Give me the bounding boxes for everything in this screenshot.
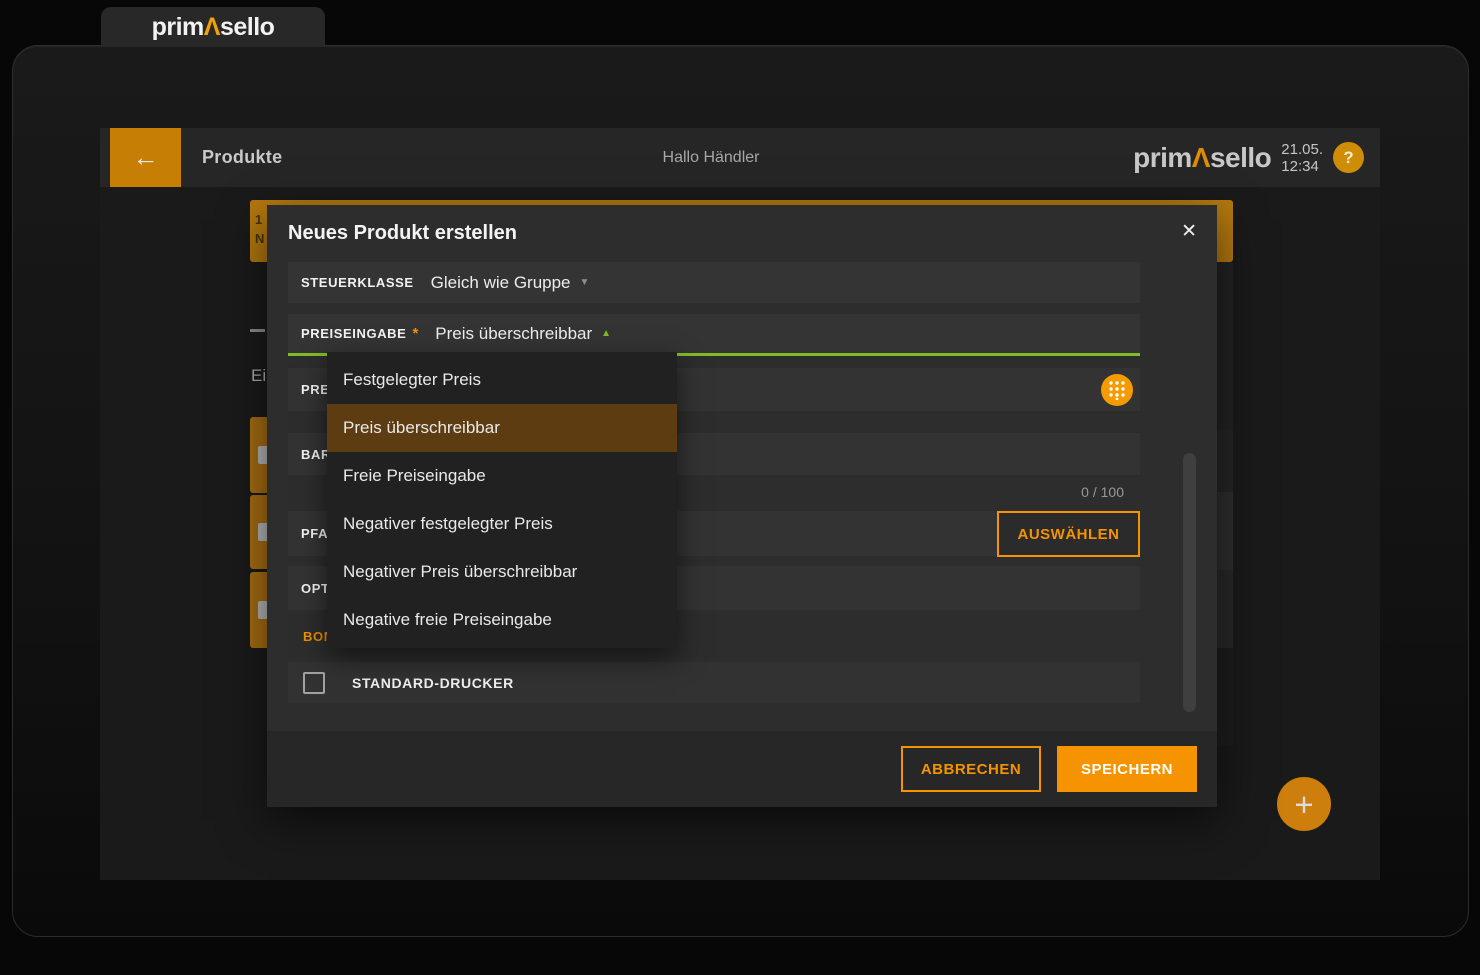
primasello-logo: primΛsello <box>152 13 275 42</box>
logo-accent-icon: Λ <box>1192 142 1210 173</box>
add-product-fab[interactable]: + <box>1277 777 1331 831</box>
close-icon: ✕ <box>1181 221 1197 242</box>
dropdown-item-1[interactable]: Preis überschreibbar <box>327 404 677 452</box>
background-block <box>1217 262 1233 430</box>
background-text-fragment: Ei <box>251 366 266 386</box>
dropdown-item-3[interactable]: Negativer festgelegter Preis <box>327 500 677 548</box>
modal-title: Neues Produkt erstellen <box>288 222 517 245</box>
dropdown-item-5[interactable]: Negative freie Preiseingabe <box>327 596 677 644</box>
datetime: 21.05.12:34 <box>1281 141 1323 175</box>
screen: primΛsello 1N Ei ← Produkte Hallo Händle… <box>0 0 1480 975</box>
modal-footer: ABBRECHEN SPEICHERN <box>267 731 1217 807</box>
chevron-up-icon: ▲ <box>601 328 611 339</box>
chevron-down-icon: ▼ <box>580 277 590 288</box>
close-button[interactable]: ✕ <box>1181 220 1197 243</box>
dropdown-item-4[interactable]: Negativer Preis überschreibbar <box>327 548 677 596</box>
time-text: 12:34 <box>1281 158 1323 175</box>
browser-tab[interactable]: primΛsello <box>101 7 325 47</box>
standard-drucker-row[interactable]: STANDARD-DRUCKER <box>288 662 1140 703</box>
banner-text-fragment: 1N <box>255 210 264 248</box>
preiseingabe-select[interactable]: PREISEINGABE * Preis überschreibbar ▲ <box>288 314 1140 356</box>
standard-drucker-label: STANDARD-DRUCKER <box>352 675 514 691</box>
background-block <box>1217 492 1233 570</box>
dropdown-item-0[interactable]: Festgelegter Preis <box>327 356 677 404</box>
steuerklasse-label: STEUERKLASSE <box>301 275 414 290</box>
auswaehlen-button[interactable]: AUSWÄHLEN <box>997 511 1140 557</box>
product-tile-fragment <box>250 495 268 569</box>
header-right: primΛsello 21.05.12:34 ? <box>1133 128 1364 187</box>
app-window: 1N Ei ← Produkte Hallo Händler primΛsell… <box>100 128 1380 880</box>
background-dash <box>250 329 265 332</box>
speichern-button[interactable]: SPEICHERN <box>1057 746 1197 792</box>
abbrechen-button[interactable]: ABBRECHEN <box>901 746 1041 792</box>
dropdown-item-2[interactable]: Freie Preiseingabe <box>327 452 677 500</box>
background-block <box>1217 570 1233 648</box>
preiseingabe-dropdown: Festgelegter PreisPreis überschreibbarFr… <box>327 352 677 648</box>
help-button[interactable]: ? <box>1333 142 1364 173</box>
preiseingabe-label: PREISEINGABE <box>301 326 406 341</box>
question-mark-icon: ? <box>1343 148 1353 168</box>
preiseingabe-value: Preis überschreibbar <box>435 324 592 344</box>
background-block <box>1217 430 1233 492</box>
product-tile-fragment <box>250 572 268 648</box>
date-text: 21.05. <box>1281 141 1323 158</box>
plus-icon: + <box>1294 788 1313 821</box>
dialpad-icon <box>1108 380 1126 400</box>
primasello-logo: primΛsello <box>1133 142 1271 174</box>
standard-drucker-checkbox[interactable] <box>303 672 325 694</box>
steuerklasse-select[interactable]: STEUERKLASSE Gleich wie Gruppe ▼ <box>288 262 1140 303</box>
background-block <box>1217 648 1233 746</box>
keypad-button[interactable] <box>1101 374 1133 406</box>
logo-accent-icon: Λ <box>204 13 220 41</box>
product-tile-fragment <box>250 417 268 493</box>
required-asterisk: * <box>412 325 418 342</box>
app-header: ← Produkte Hallo Händler primΛsello 21.0… <box>100 128 1380 187</box>
modal-scrollbar[interactable] <box>1183 453 1196 712</box>
steuerklasse-value: Gleich wie Gruppe <box>431 273 571 293</box>
